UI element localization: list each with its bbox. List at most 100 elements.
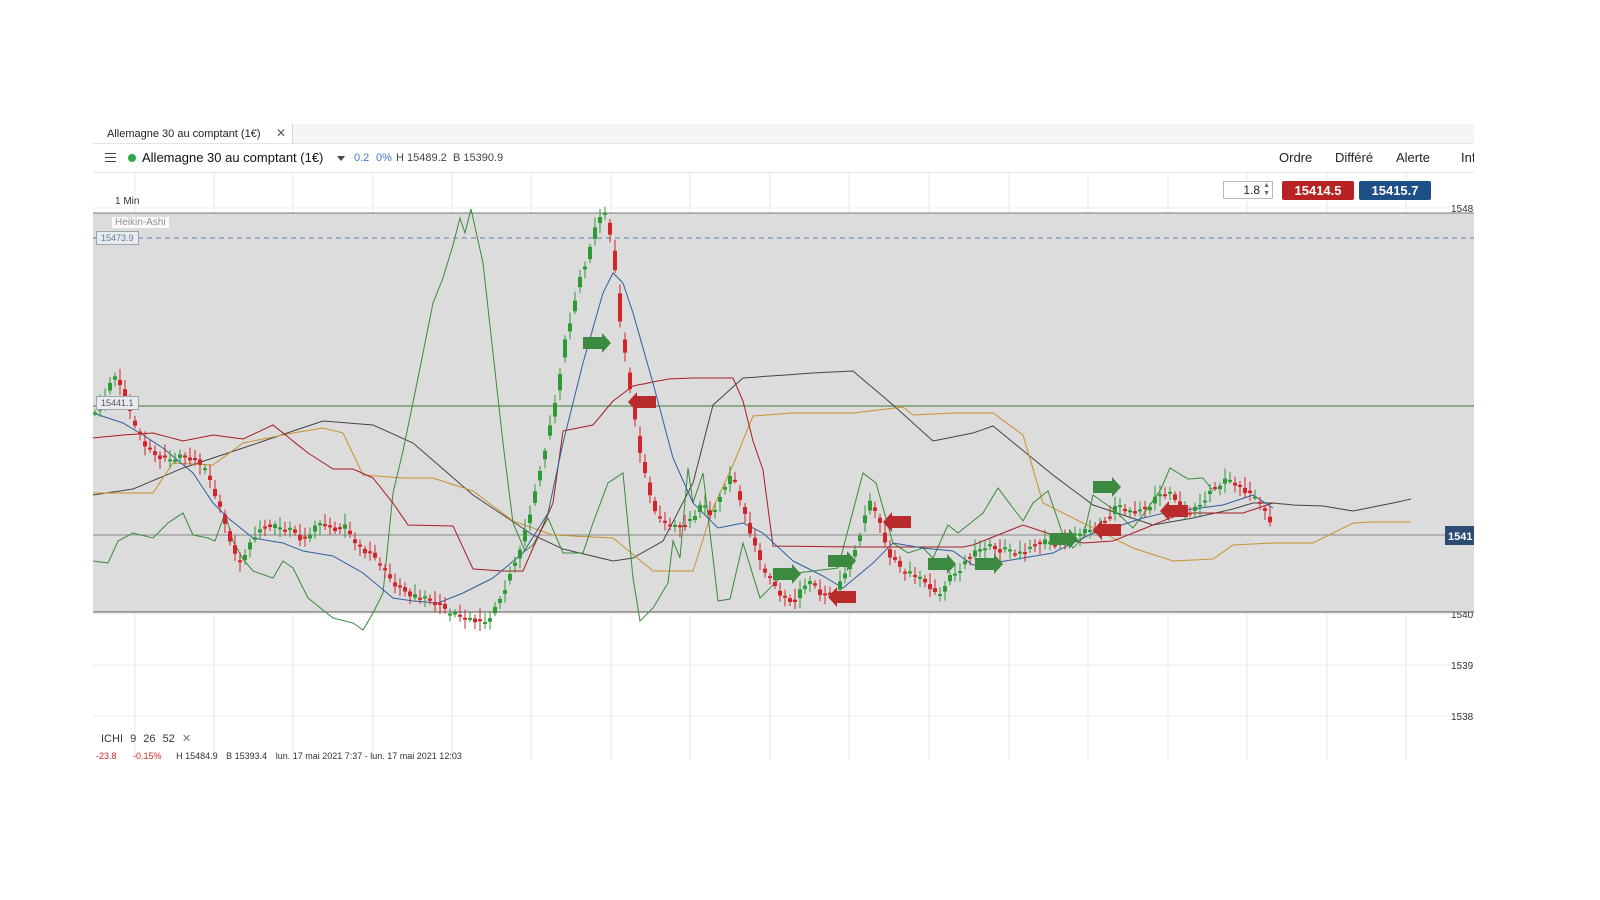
candle-body bbox=[383, 568, 387, 571]
range-dates: lun. 17 mai 2021 7:37 - lun. 17 mai 2021… bbox=[275, 751, 462, 760]
hamburger-menu-icon[interactable] bbox=[105, 153, 116, 162]
alert-menu[interactable]: Alerte bbox=[1396, 150, 1430, 165]
candle-body bbox=[1018, 551, 1022, 554]
candle-body bbox=[1028, 546, 1032, 549]
candle-body bbox=[1163, 494, 1167, 497]
candle-body bbox=[708, 510, 712, 516]
candle-body bbox=[1263, 508, 1267, 511]
candle-body bbox=[1188, 512, 1192, 515]
candle-body bbox=[568, 323, 572, 332]
quantity-input[interactable]: 1.8 ▲ ▼ bbox=[1223, 181, 1273, 199]
candle-body bbox=[318, 523, 322, 526]
price-chart[interactable]: 1548154715461545154415431542154115401539… bbox=[93, 173, 1474, 760]
candle-body bbox=[748, 522, 752, 534]
candle-body bbox=[838, 581, 842, 590]
candle-body bbox=[393, 582, 397, 587]
candle-body bbox=[458, 614, 462, 617]
candle-body bbox=[883, 532, 887, 543]
candle-body bbox=[908, 571, 912, 574]
candle-body bbox=[673, 524, 677, 527]
candle-body bbox=[1233, 482, 1237, 486]
candle-body bbox=[428, 598, 432, 601]
indicator-legend: ICHI 9 26 52 ✕ bbox=[101, 732, 191, 745]
indicator-name[interactable]: ICHI bbox=[101, 733, 123, 745]
candle-body bbox=[358, 544, 362, 547]
indicator-param-1: 9 bbox=[130, 733, 137, 745]
buy-button[interactable]: 15415.7 bbox=[1359, 181, 1431, 200]
candle-body bbox=[448, 613, 452, 616]
candle-body bbox=[363, 548, 367, 554]
remove-indicator-icon[interactable]: ✕ bbox=[182, 733, 191, 745]
y-tick-label: 1538 bbox=[1451, 712, 1474, 723]
current-price-label: 1541 bbox=[1448, 531, 1472, 543]
candle-body bbox=[613, 250, 617, 271]
candle-body bbox=[223, 514, 227, 524]
candle-body bbox=[353, 539, 357, 544]
chevron-down-icon[interactable] bbox=[337, 156, 345, 161]
candle-body bbox=[948, 575, 952, 582]
candle-body bbox=[928, 584, 932, 590]
candle-body bbox=[1123, 508, 1127, 512]
candle-body bbox=[233, 545, 237, 554]
candle-body bbox=[1148, 506, 1152, 511]
candle-body bbox=[213, 488, 217, 497]
candle-body bbox=[403, 587, 407, 592]
candle-body bbox=[618, 293, 622, 322]
candle-body bbox=[973, 550, 977, 557]
candle-body bbox=[628, 372, 632, 390]
candle-body bbox=[523, 529, 527, 542]
candle-body bbox=[153, 451, 157, 456]
stepper-arrows-icon[interactable]: ▲ ▼ bbox=[1263, 182, 1270, 198]
candle-body bbox=[168, 459, 172, 462]
candle-body bbox=[1158, 494, 1162, 497]
candle-body bbox=[1043, 539, 1047, 545]
candle-body bbox=[143, 441, 147, 447]
chart-type-label[interactable]: Heikin-Ashi bbox=[112, 217, 169, 228]
close-icon[interactable]: ✕ bbox=[276, 126, 286, 140]
candle-body bbox=[173, 459, 177, 462]
candle-body bbox=[413, 594, 417, 598]
candle-body bbox=[473, 618, 477, 623]
candle-body bbox=[1078, 533, 1082, 536]
candle-body bbox=[1203, 500, 1207, 503]
candle-body bbox=[313, 525, 317, 532]
indicator-param-3: 52 bbox=[162, 733, 175, 745]
y-tick-label: 1539 bbox=[1451, 661, 1474, 672]
candle-body bbox=[783, 595, 787, 598]
candle-body bbox=[178, 454, 182, 458]
sell-button[interactable]: 15414.5 bbox=[1282, 181, 1354, 200]
chart-canvas[interactable]: 1548154715461545154415431542154115401539… bbox=[93, 173, 1474, 760]
instrument-tab[interactable]: Allemagne 30 au comptant (1€) ✕ bbox=[93, 124, 293, 143]
market-open-status-icon bbox=[128, 154, 136, 162]
session-low: B 15390.9 bbox=[453, 152, 504, 164]
candle-body bbox=[328, 525, 332, 528]
candle-body bbox=[648, 482, 652, 496]
candle-body bbox=[1118, 505, 1122, 508]
candle-body bbox=[1248, 490, 1252, 493]
candle-body bbox=[343, 524, 347, 529]
candle-body bbox=[548, 425, 552, 436]
candle-body bbox=[983, 548, 987, 551]
instrument-selector[interactable]: Allemagne 30 au comptant (1€) bbox=[142, 150, 323, 165]
candle-body bbox=[258, 529, 262, 533]
candle-body bbox=[733, 479, 737, 482]
candle-body bbox=[133, 420, 137, 426]
candle-body bbox=[253, 537, 257, 540]
timeframe-label[interactable]: 1 Min bbox=[115, 196, 139, 207]
delayed-menu[interactable]: Différé bbox=[1335, 150, 1373, 165]
candle-body bbox=[1218, 485, 1222, 490]
candle-body bbox=[268, 524, 272, 527]
candle-body bbox=[533, 491, 537, 503]
candle-body bbox=[113, 376, 117, 380]
candle-body bbox=[538, 470, 542, 481]
candle-body bbox=[923, 578, 927, 583]
quantity-value: 1.8 bbox=[1243, 183, 1260, 197]
candle-body bbox=[808, 581, 812, 585]
candle-body bbox=[183, 455, 187, 458]
candle-body bbox=[498, 599, 502, 603]
price-change-percent: 0% bbox=[376, 152, 392, 164]
candle-body bbox=[863, 515, 867, 524]
order-menu[interactable]: Ordre bbox=[1279, 150, 1312, 165]
info-menu[interactable]: Inf bbox=[1461, 150, 1474, 165]
candle-body bbox=[958, 571, 962, 573]
